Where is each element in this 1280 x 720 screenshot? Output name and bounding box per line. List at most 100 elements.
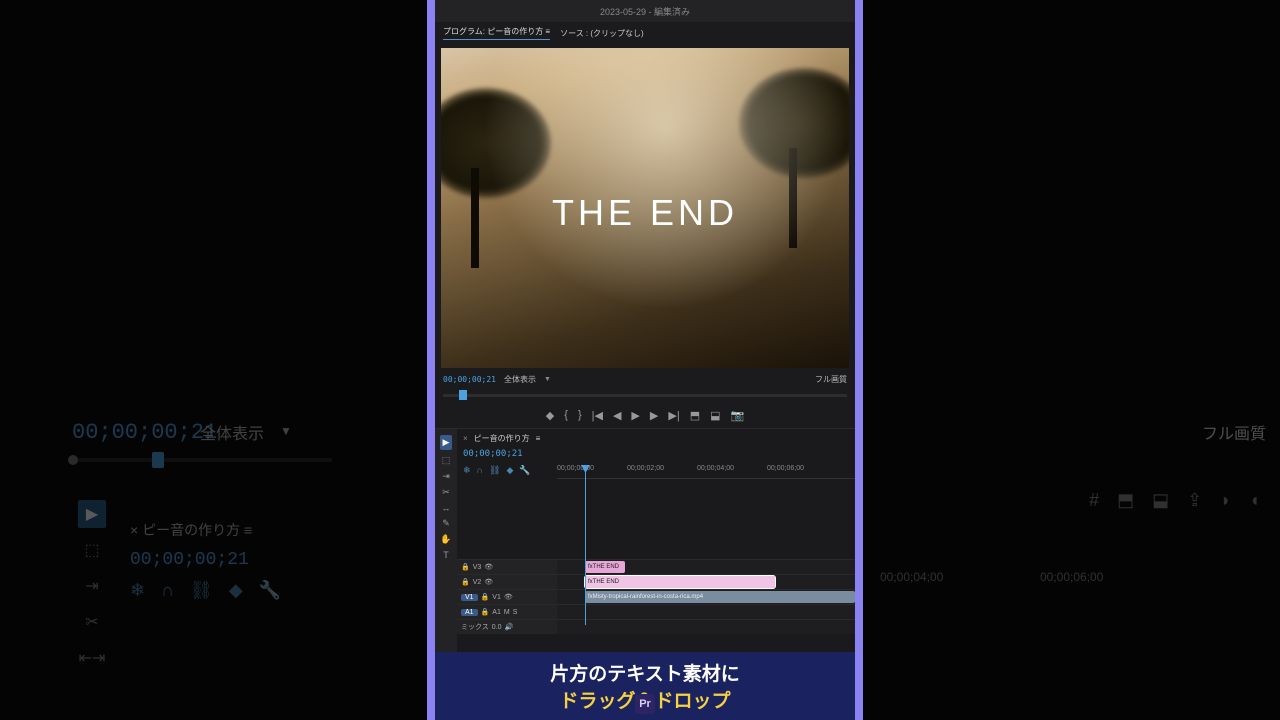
marker-icon[interactable]: ◆ [229,580,243,601]
frame-icon[interactable]: # [1089,490,1099,511]
insert-icon[interactable]: ⬒ [1117,490,1134,511]
caption-line-1: 片方のテキスト素材に [550,659,739,686]
snap-icon[interactable]: ❄ [463,465,471,476]
eye-icon[interactable]: 👁 [484,578,493,586]
selection-tool-icon[interactable]: ▶ [440,435,453,450]
selection-tool-icon[interactable]: ▶ [78,500,106,528]
ruler-tick: 00;00;04;00 [697,465,734,472]
ruler-tick: 00;00;06;00 [767,465,804,472]
timeline-timecode[interactable]: 00;00;00;21 [463,449,523,459]
out-icon[interactable]: } [578,409,582,421]
bg-timecode: 00;00;00;21 [72,420,217,445]
solo-icon[interactable]: S [513,609,518,616]
bg-seq-timecode[interactable]: 00;00;00;21 [130,550,249,570]
bg-seq-tab[interactable]: × ピー音の作り方 ≡ [130,520,252,540]
link-icon[interactable]: ⛓ [489,465,500,476]
snap-icon[interactable]: ❄ [130,580,145,601]
marker-icon[interactable]: ◆ [506,465,513,476]
in-icon[interactable]: { [564,409,568,421]
link-icon[interactable]: ⛓ [190,580,213,601]
pen-tool-icon[interactable]: ✎ [442,518,450,529]
wrench-icon[interactable]: 🔧 [259,580,281,601]
slip-tool-icon[interactable]: ↔ [442,503,451,513]
playhead-icon[interactable] [459,390,467,400]
sequence-tab[interactable]: ピー音の作り方 [474,433,530,444]
premiere-logo-icon: Pr [635,694,655,714]
chevron-down-icon: ▼ [544,376,551,383]
timeline-ruler[interactable]: 00;00;00;00 00;00;02;00 00;00;04;00 00;0… [557,465,855,479]
track-select-icon[interactable]: ⬚ [78,536,106,564]
lock-icon[interactable]: 🔒 [461,578,470,586]
ripple-tool-icon[interactable]: ⇥ [442,471,450,482]
close-icon[interactable]: × [463,434,468,443]
mark-in-icon[interactable]: ◗ [1220,490,1231,511]
ruler-tick: 00;00;02;00 [627,465,664,472]
lock-icon[interactable]: 🔒 [461,563,470,571]
wrench-icon[interactable]: 🔧 [519,465,530,476]
source-monitor-tab[interactable]: ソース : (クリップなし) [560,28,644,39]
export-icon[interactable]: ⇪ [1187,490,1202,511]
slip-icon[interactable]: ⇤⇥ [78,644,106,672]
bg-timeline-icons: ❄ ∩ ⛓ ◆ 🔧 [130,580,281,601]
magnet-icon[interactable]: ∩ [477,465,483,476]
mix-value[interactable]: 0.0 [492,624,502,631]
step-back-icon[interactable]: ◀ [613,409,621,422]
ruler-tick: 00;00;06;00 [1040,570,1103,584]
track-label[interactable]: A1 [492,609,501,616]
window-titlebar: 2023-05-29 - 編集済み [435,0,855,22]
monitor-timecode[interactable]: 00;00;00;21 [443,375,496,384]
premiere-window: 2023-05-29 - 編集済み プログラム: ピー音の作り方 ≡ ソース :… [435,0,855,652]
program-monitor-tab[interactable]: プログラム: ピー音の作り方 ≡ [443,26,550,40]
magnet-icon[interactable]: ∩ [161,580,174,601]
go-in-icon[interactable]: |◀ [592,409,603,422]
mix-track-label: ミックス [461,622,489,632]
bg-tool-column: ▶ ⬚ ⇥ ✂ ⇤⇥ [78,500,128,680]
export-frame-icon[interactable]: 📷 [731,409,745,422]
overlay-title-text: THE END [441,192,849,234]
video-clip[interactable]: fx Misty-tropical-rainforest-in-costa-ri… [585,591,855,603]
track-target[interactable]: A1 [461,609,478,616]
track-label[interactable]: V1 [492,594,501,601]
bg-full-quality[interactable]: フル画質 [1202,420,1266,444]
timeline-playhead[interactable] [585,465,586,625]
hand-tool-icon[interactable]: ✋ [440,534,451,545]
play-icon[interactable]: ▶ [631,409,639,422]
bg-transport-icons: # ⬒ ⬓ ⇪ ◗ ◖ [1089,490,1260,511]
text-clip-selected[interactable]: fx THE END [585,576,775,588]
track-label[interactable]: V3 [473,564,482,571]
timeline-panel: ▶ ⬚ ⇥ ✂ ↔ ✎ ✋ T × ピー音の作り方 ≡ 00;00;00;21 … [435,428,855,652]
mute-icon[interactable]: M [504,609,510,616]
extract-icon[interactable]: ⬓ [710,409,720,422]
eye-icon[interactable]: 👁 [504,593,513,601]
ruler-tick: 00;00;04;00 [880,570,943,584]
type-tool-icon[interactable]: T [443,550,449,560]
razor-icon[interactable]: ✂ [78,608,106,636]
track-target[interactable]: V1 [461,594,478,601]
bg-zoom-select[interactable]: 全体表示 [200,420,264,444]
monitor-quality[interactable]: フル画質 [815,374,847,385]
bg-scrubber[interactable] [72,458,332,462]
text-clip[interactable]: fx THE END [585,561,625,573]
speaker-icon[interactable]: 🔊 [505,623,514,631]
tool-column: ▶ ⬚ ⇥ ✂ ↔ ✎ ✋ T [435,429,457,652]
mark-out-icon[interactable]: ◖ [1249,490,1260,511]
monitor-zoom[interactable]: 全体表示 [504,374,536,385]
overwrite-icon[interactable]: ⬓ [1152,490,1169,511]
ripple-icon[interactable]: ⇥ [78,572,106,600]
panel-menu-icon[interactable]: ≡ [536,434,541,443]
lock-icon[interactable]: 🔒 [481,593,490,601]
track-label[interactable]: V2 [473,579,482,586]
track-select-tool-icon[interactable]: ⬚ [442,455,451,466]
caption-box: 片方のテキスト素材に ドラッグ＆ドロップ Pr [435,652,855,720]
step-fwd-icon[interactable]: ▶ [650,409,658,422]
program-monitor[interactable]: THE END [441,48,849,368]
razor-tool-icon[interactable]: ✂ [442,487,450,498]
transport-controls: ◆ { } |◀ ◀ ▶ ▶ ▶| ⬒ ⬓ 📷 [435,404,855,426]
monitor-scrubber[interactable] [435,388,855,404]
go-out-icon[interactable]: ▶| [668,409,679,422]
lift-icon[interactable]: ⬒ [690,409,700,422]
eye-icon[interactable]: 👁 [484,563,493,571]
tutorial-column: 2023-05-29 - 編集済み プログラム: ピー音の作り方 ≡ ソース :… [435,0,855,720]
lock-icon[interactable]: 🔒 [481,608,490,616]
add-marker-icon[interactable]: ◆ [546,409,554,422]
